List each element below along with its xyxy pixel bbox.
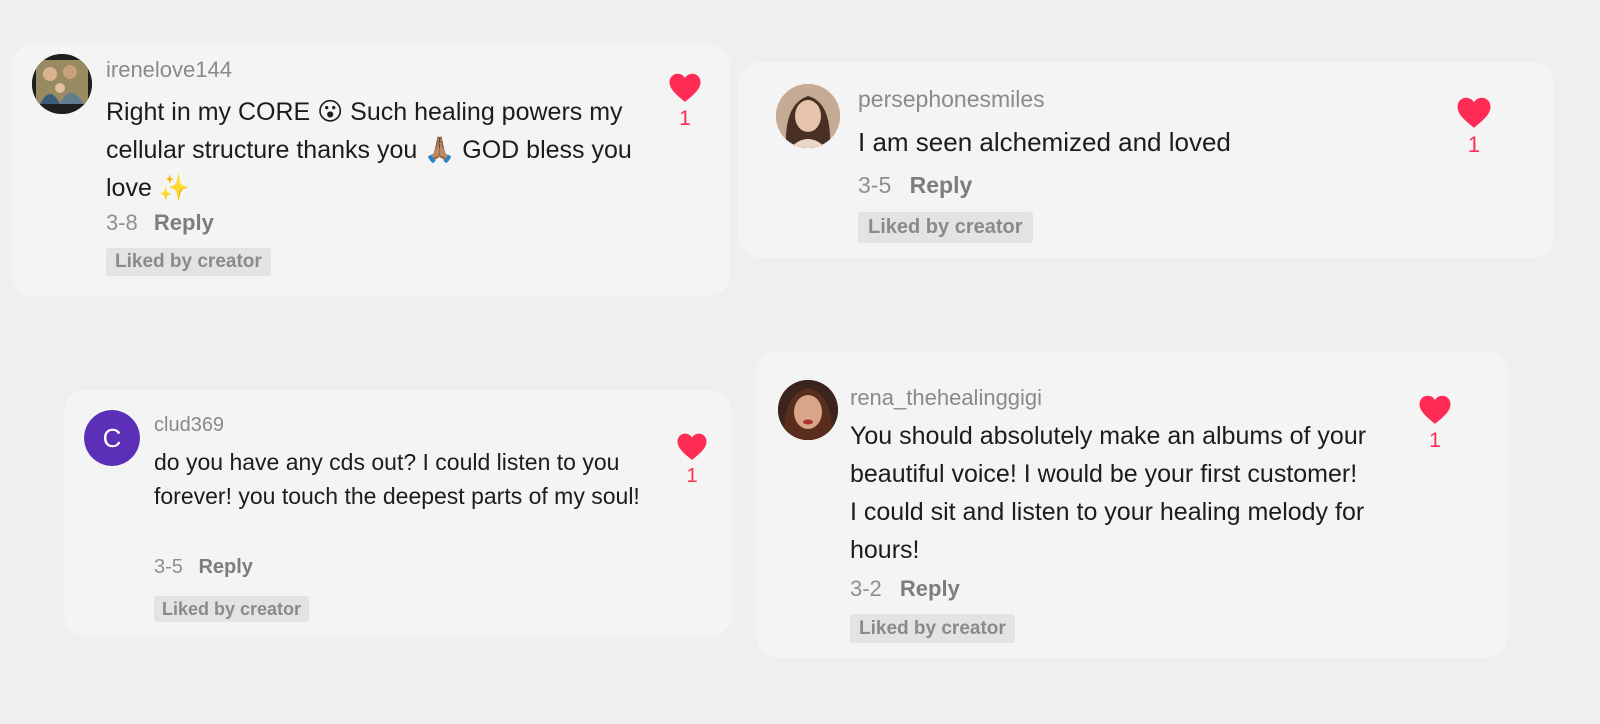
like-count: 1 xyxy=(686,465,698,487)
like-count: 1 xyxy=(679,107,691,130)
avatar[interactable] xyxy=(776,84,840,148)
comment-date: 3-8 xyxy=(106,210,138,235)
username[interactable]: rena_thehealinggigi xyxy=(850,385,1042,411)
avatar-letter: C xyxy=(102,423,122,453)
reply-button[interactable]: Reply xyxy=(154,210,214,235)
heart-icon xyxy=(668,72,702,103)
comment-date: 3-2 xyxy=(850,576,882,601)
like-button[interactable]: 1 xyxy=(1416,394,1454,452)
liked-by-creator-badge: Liked by creator xyxy=(850,614,1015,643)
reply-button[interactable]: Reply xyxy=(198,556,252,578)
comment-card: rena_thehealinggigi You should absolutel… xyxy=(756,352,1508,658)
comment-card: persephonesmiles I am seen alchemized an… xyxy=(738,62,1554,258)
avatar[interactable] xyxy=(778,380,838,440)
reply-button[interactable]: Reply xyxy=(910,172,973,198)
comment-date: 3-5 xyxy=(858,172,892,198)
like-button[interactable]: 1 xyxy=(1454,96,1494,156)
username[interactable]: irenelove144 xyxy=(106,57,232,83)
comment-card: irenelove144 Right in my CORE 😮 Such hea… xyxy=(12,44,730,296)
like-count: 1 xyxy=(1429,429,1441,452)
username[interactable]: clud369 xyxy=(154,414,224,437)
avatar-photo xyxy=(778,380,838,440)
comment-text: You should absolutely make an albums of … xyxy=(850,422,1367,564)
comment-date: 3-5 xyxy=(154,556,183,578)
comment-meta: 3-5 Reply xyxy=(154,556,253,579)
folded-hands-emoji: 🙏🏽 xyxy=(424,135,456,164)
comment-text: I am seen alchemized and loved xyxy=(858,127,1231,157)
avatar-photo xyxy=(776,84,840,148)
avatar[interactable]: C xyxy=(84,410,140,466)
heart-icon xyxy=(1418,394,1452,425)
surprised-face-emoji: 😮 xyxy=(317,97,344,126)
comment-text-part: Right in my CORE xyxy=(106,98,318,126)
comments-screenshot: { "accent_color": "#fe2c55", "comments":… xyxy=(0,0,1600,724)
liked-by-creator-badge: Liked by creator xyxy=(858,212,1033,243)
comment-text: do you have any cds out? I could listen … xyxy=(154,449,640,509)
comment-text: Right in my CORE 😮 Such healing powers m… xyxy=(106,93,666,207)
like-count: 1 xyxy=(1467,132,1481,157)
username[interactable]: persephonesmiles xyxy=(858,86,1045,113)
heart-icon xyxy=(1456,96,1492,129)
liked-by-creator-badge: Liked by creator xyxy=(106,248,271,276)
heart-icon xyxy=(676,432,708,461)
like-button[interactable]: 1 xyxy=(666,72,704,130)
sparkles-emoji: ✨ xyxy=(158,173,190,202)
avatar[interactable] xyxy=(32,54,92,114)
comment-card: C clud369 do you have any cds out? I cou… xyxy=(64,390,732,636)
like-button[interactable]: 1 xyxy=(674,432,710,486)
liked-by-creator-badge: Liked by creator xyxy=(154,596,310,622)
comment-meta: 3-2 Reply xyxy=(850,576,960,602)
reply-button[interactable]: Reply xyxy=(900,576,960,601)
avatar-photo xyxy=(32,54,92,114)
comment-meta: 3-8 Reply xyxy=(106,210,214,236)
comment-meta: 3-5 Reply xyxy=(858,172,972,199)
